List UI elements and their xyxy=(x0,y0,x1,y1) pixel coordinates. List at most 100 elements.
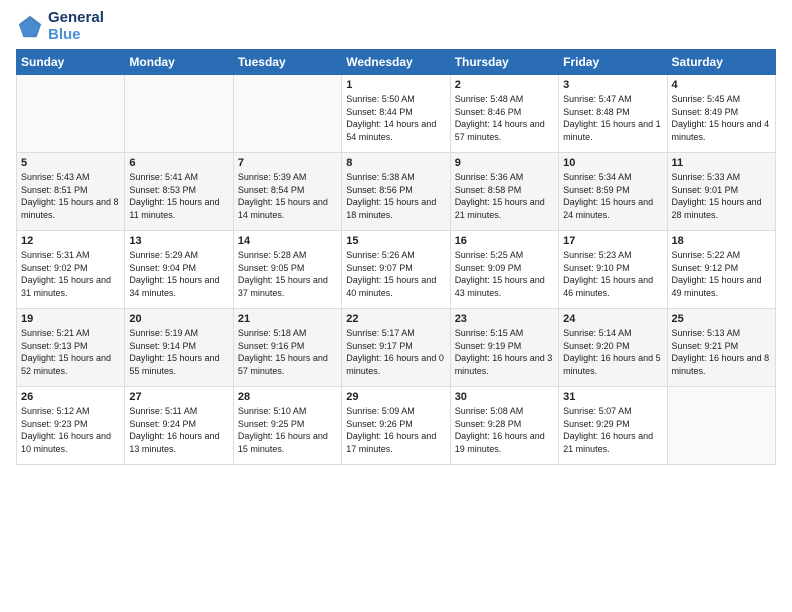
week-row-2: 5Sunrise: 5:43 AM Sunset: 8:51 PM Daylig… xyxy=(17,153,776,231)
calendar-body: 1 Sunrise: 5:50 AM Sunset: 8:44 PM Daylig… xyxy=(17,75,776,465)
day-info: Sunrise: 5:11 AM Sunset: 9:24 PM Dayligh… xyxy=(129,405,228,455)
day-cell: 21 Sunrise: 5:18 AM Sunset: 9:16 PM Dayli… xyxy=(233,309,341,387)
col-saturday: Saturday xyxy=(667,50,775,75)
day-info: Sunrise: 5:25 AM Sunset: 9:09 PM Dayligh… xyxy=(455,249,554,299)
day-number: 23 xyxy=(455,313,554,325)
day-number: 31 xyxy=(563,391,662,403)
day-cell: 6Sunrise: 5:41 AM Sunset: 8:53 PM Daylig… xyxy=(125,153,233,231)
day-info: Sunrise: 5:48 AM Sunset: 8:46 PM Dayligh… xyxy=(455,93,554,143)
day-info: Sunrise: 5:19 AM Sunset: 9:14 PM Dayligh… xyxy=(129,327,228,377)
day-cell: 19Sunrise: 5:21 AM Sunset: 9:13 PM Dayli… xyxy=(17,309,125,387)
col-wednesday: Wednesday xyxy=(342,50,450,75)
day-number: 2 xyxy=(455,79,554,91)
day-number: 4 xyxy=(672,79,771,91)
day-cell: 4 Sunrise: 5:45 AM Sunset: 8:49 PM Daylig… xyxy=(667,75,775,153)
day-cell xyxy=(125,75,233,153)
day-info: Sunrise: 5:18 AM Sunset: 9:16 PM Dayligh… xyxy=(238,327,337,377)
day-info: Sunrise: 5:34 AM Sunset: 8:59 PM Dayligh… xyxy=(563,171,662,221)
col-tuesday: Tuesday xyxy=(233,50,341,75)
day-cell: 8 Sunrise: 5:38 AM Sunset: 8:56 PM Daylig… xyxy=(342,153,450,231)
day-number: 17 xyxy=(563,235,662,247)
day-cell: 2 Sunrise: 5:48 AM Sunset: 8:46 PM Daylig… xyxy=(450,75,558,153)
col-friday: Friday xyxy=(559,50,667,75)
day-number: 16 xyxy=(455,235,554,247)
day-info: Sunrise: 5:14 AM Sunset: 9:20 PM Dayligh… xyxy=(563,327,662,377)
day-cell: 28 Sunrise: 5:10 AM Sunset: 9:25 PM Dayli… xyxy=(233,387,341,465)
day-cell: 20 Sunrise: 5:19 AM Sunset: 9:14 PM Dayli… xyxy=(125,309,233,387)
day-cell: 15 Sunrise: 5:26 AM Sunset: 9:07 PM Dayli… xyxy=(342,231,450,309)
day-cell: 1 Sunrise: 5:50 AM Sunset: 8:44 PM Daylig… xyxy=(342,75,450,153)
calendar-page: General Blue Sunday Monday Tuesday Wedne… xyxy=(0,0,792,612)
day-info: Sunrise: 5:45 AM Sunset: 8:49 PM Dayligh… xyxy=(672,93,771,143)
day-number: 27 xyxy=(129,391,228,403)
day-number: 8 xyxy=(346,157,445,169)
day-number: 1 xyxy=(346,79,445,91)
day-number: 11 xyxy=(672,157,771,169)
day-info: Sunrise: 5:09 AM Sunset: 9:26 PM Dayligh… xyxy=(346,405,445,455)
week-row-1: 1 Sunrise: 5:50 AM Sunset: 8:44 PM Daylig… xyxy=(17,75,776,153)
calendar-table: Sunday Monday Tuesday Wednesday Thursday… xyxy=(16,49,776,465)
day-info: Sunrise: 5:23 AM Sunset: 9:10 PM Dayligh… xyxy=(563,249,662,299)
day-number: 12 xyxy=(21,235,120,247)
day-number: 26 xyxy=(21,391,120,403)
day-info: Sunrise: 5:13 AM Sunset: 9:21 PM Dayligh… xyxy=(672,327,771,377)
day-number: 21 xyxy=(238,313,337,325)
day-cell xyxy=(233,75,341,153)
logo: General Blue xyxy=(16,10,104,43)
day-cell: 10 Sunrise: 5:34 AM Sunset: 8:59 PM Dayli… xyxy=(559,153,667,231)
day-info: Sunrise: 5:39 AM Sunset: 8:54 PM Dayligh… xyxy=(238,171,337,221)
day-number: 6 xyxy=(129,157,228,169)
day-number: 25 xyxy=(672,313,771,325)
day-info: Sunrise: 5:26 AM Sunset: 9:07 PM Dayligh… xyxy=(346,249,445,299)
day-cell: 11 Sunrise: 5:33 AM Sunset: 9:01 PM Dayli… xyxy=(667,153,775,231)
day-cell: 30 Sunrise: 5:08 AM Sunset: 9:28 PM Dayli… xyxy=(450,387,558,465)
day-info: Sunrise: 5:36 AM Sunset: 8:58 PM Dayligh… xyxy=(455,171,554,221)
day-info: Sunrise: 5:31 AM Sunset: 9:02 PM Dayligh… xyxy=(21,249,120,299)
day-info: Sunrise: 5:50 AM Sunset: 8:44 PM Dayligh… xyxy=(346,93,445,143)
day-cell: 16 Sunrise: 5:25 AM Sunset: 9:09 PM Dayli… xyxy=(450,231,558,309)
day-number: 15 xyxy=(346,235,445,247)
day-info: Sunrise: 5:17 AM Sunset: 9:17 PM Dayligh… xyxy=(346,327,445,377)
week-row-5: 26 Sunrise: 5:12 AM Sunset: 9:23 PM Dayli… xyxy=(17,387,776,465)
day-number: 30 xyxy=(455,391,554,403)
day-info: Sunrise: 5:43 AM Sunset: 8:51 PM Dayligh… xyxy=(21,171,120,221)
day-info: Sunrise: 5:12 AM Sunset: 9:23 PM Dayligh… xyxy=(21,405,120,455)
col-monday: Monday xyxy=(125,50,233,75)
day-info: Sunrise: 5:22 AM Sunset: 9:12 PM Dayligh… xyxy=(672,249,771,299)
day-number: 29 xyxy=(346,391,445,403)
week-row-3: 12 Sunrise: 5:31 AM Sunset: 9:02 PM Dayli… xyxy=(17,231,776,309)
day-cell: 14Sunrise: 5:28 AM Sunset: 9:05 PM Dayli… xyxy=(233,231,341,309)
day-info: Sunrise: 5:15 AM Sunset: 9:19 PM Dayligh… xyxy=(455,327,554,377)
day-number: 28 xyxy=(238,391,337,403)
week-row-4: 19Sunrise: 5:21 AM Sunset: 9:13 PM Dayli… xyxy=(17,309,776,387)
day-info: Sunrise: 5:10 AM Sunset: 9:25 PM Dayligh… xyxy=(238,405,337,455)
header-row: Sunday Monday Tuesday Wednesday Thursday… xyxy=(17,50,776,75)
day-cell: 23 Sunrise: 5:15 AM Sunset: 9:19 PM Dayli… xyxy=(450,309,558,387)
day-number: 22 xyxy=(346,313,445,325)
day-cell: 26 Sunrise: 5:12 AM Sunset: 9:23 PM Dayli… xyxy=(17,387,125,465)
day-cell: 24Sunrise: 5:14 AM Sunset: 9:20 PM Dayli… xyxy=(559,309,667,387)
day-cell: 22 Sunrise: 5:17 AM Sunset: 9:17 PM Dayli… xyxy=(342,309,450,387)
day-cell: 27 Sunrise: 5:11 AM Sunset: 9:24 PM Dayli… xyxy=(125,387,233,465)
day-number: 3 xyxy=(563,79,662,91)
day-cell: 17 Sunrise: 5:23 AM Sunset: 9:10 PM Dayli… xyxy=(559,231,667,309)
day-info: Sunrise: 5:38 AM Sunset: 8:56 PM Dayligh… xyxy=(346,171,445,221)
day-info: Sunrise: 5:47 AM Sunset: 8:48 PM Dayligh… xyxy=(563,93,662,143)
day-number: 20 xyxy=(129,313,228,325)
day-number: 7 xyxy=(238,157,337,169)
day-cell: 9 Sunrise: 5:36 AM Sunset: 8:58 PM Daylig… xyxy=(450,153,558,231)
day-info: Sunrise: 5:33 AM Sunset: 9:01 PM Dayligh… xyxy=(672,171,771,221)
day-number: 10 xyxy=(563,157,662,169)
day-info: Sunrise: 5:08 AM Sunset: 9:28 PM Dayligh… xyxy=(455,405,554,455)
header: General Blue xyxy=(16,10,776,43)
day-info: Sunrise: 5:07 AM Sunset: 9:29 PM Dayligh… xyxy=(563,405,662,455)
day-cell: 18 Sunrise: 5:22 AM Sunset: 9:12 PM Dayli… xyxy=(667,231,775,309)
day-number: 13 xyxy=(129,235,228,247)
day-info: Sunrise: 5:21 AM Sunset: 9:13 PM Dayligh… xyxy=(21,327,120,377)
day-cell xyxy=(17,75,125,153)
logo-text: General Blue xyxy=(48,10,104,43)
day-cell: 12 Sunrise: 5:31 AM Sunset: 9:02 PM Dayli… xyxy=(17,231,125,309)
day-number: 9 xyxy=(455,157,554,169)
day-cell: 31 Sunrise: 5:07 AM Sunset: 9:29 PM Dayli… xyxy=(559,387,667,465)
day-number: 18 xyxy=(672,235,771,247)
